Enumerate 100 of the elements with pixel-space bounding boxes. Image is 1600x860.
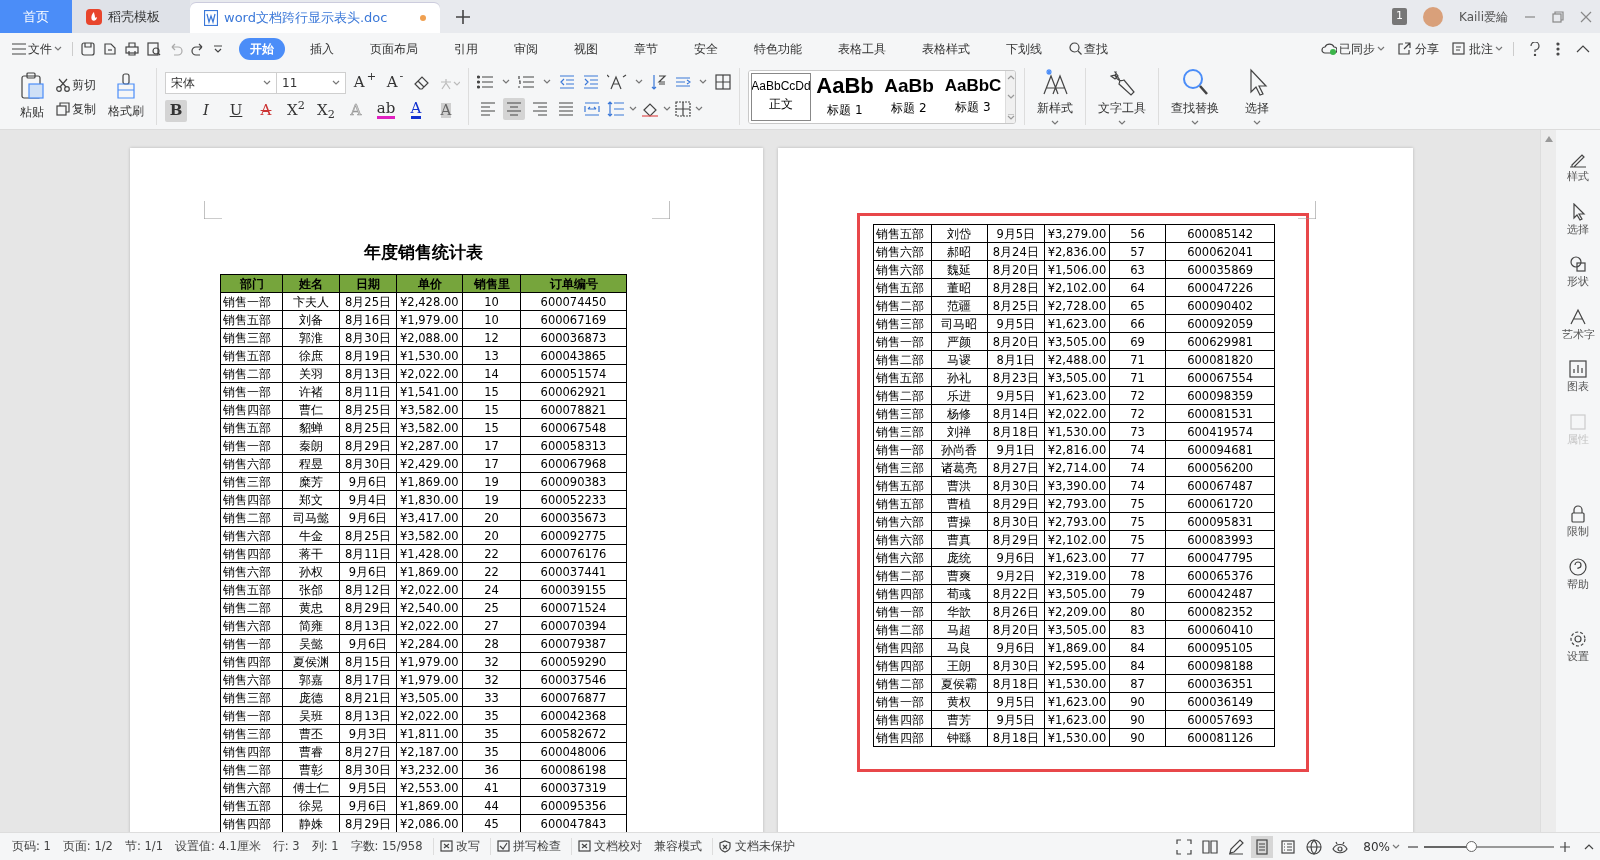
tab[interactable]: 稻壳模板 [72,0,190,33]
more-icon[interactable] [213,44,223,53]
menu-tab[interactable]: 引用 [443,37,489,60]
cut-button[interactable]: 剪切 [54,76,98,93]
table-cell: 22 [462,544,521,563]
scroll-up-icon[interactable] [1544,136,1553,142]
format-button[interactable]: X$^{2}$ [285,99,307,122]
table-cell: 8月25日 [987,296,1045,315]
sidebar-item[interactable]: 样式 [1567,150,1589,186]
export-icon[interactable] [103,41,117,56]
format-button[interactable]: A [435,99,457,122]
restore-icon[interactable] [1552,10,1564,23]
borders-icon[interactable] [675,100,691,117]
undo-icon[interactable] [169,41,183,56]
table-cell: 15 [462,400,521,419]
zoom-in-icon[interactable] [1560,841,1570,852]
sidebar-item[interactable]: 设置 [1567,630,1589,666]
format-button[interactable]: A [255,99,277,122]
save-icon[interactable] [81,41,95,56]
more-options-icon[interactable] [1556,41,1560,56]
line-spacing-icon[interactable] [607,100,625,117]
sync-button[interactable]: 已同步 [1319,40,1387,57]
help-icon[interactable] [1530,41,1540,56]
table-cell: 8月15日 [339,652,397,671]
table-cell: 销售一部 [220,706,283,725]
align-center-button[interactable] [503,97,525,120]
bullet-list-icon[interactable] [477,74,494,89]
line-break-icon[interactable] [675,74,691,89]
decrease-indent-icon[interactable] [559,74,575,89]
status-toggle[interactable]: 文档未保护 [711,837,801,856]
find-button[interactable]: 查找替换 [1167,67,1223,126]
menu-tab[interactable]: 特色功能 [743,37,813,60]
scroll-up-icon[interactable] [1006,73,1015,80]
status-toggle[interactable]: 文档校对 [570,837,648,856]
sidebar-item[interactable]: 限制 [1567,505,1589,541]
comment-button[interactable]: 批注 [1449,40,1505,57]
status-toggle[interactable]: 拼写检查 [489,837,567,856]
sidebar-item[interactable]: 形状 [1567,255,1589,291]
table-icon[interactable] [715,73,731,90]
zoom-level-dropdown[interactable]: 80% [1361,839,1402,854]
caret-icon [1253,119,1261,126]
select-button[interactable]: 选择 [1239,67,1275,126]
font-name-field[interactable]: 宋体 [165,71,277,94]
search-button[interactable]: 查找 [1067,41,1110,56]
sidebar-item[interactable]: 图表 [1567,360,1589,396]
collapse-icon[interactable] [1576,44,1590,53]
expand-icon[interactable] [1006,113,1015,120]
menu-tab[interactable]: 审阅 [503,37,549,60]
scroll-down-icon[interactable] [1006,93,1015,100]
table-cell: 销售二部 [220,760,283,779]
new-style-button[interactable]: 新样式 [1033,67,1077,126]
font-size-field[interactable]: 11 [276,71,346,94]
sidebar-item[interactable]: 选择 [1567,202,1589,238]
sort-icon[interactable] [651,73,667,90]
table-cell: 销售四部 [873,638,932,657]
sidebar-item[interactable]: 帮助 [1567,557,1589,593]
grow-font-button[interactable]: A$^{+}$ [354,71,376,94]
menu-tab[interactable]: 插入 [299,37,345,60]
share-button[interactable]: 分享 [1395,40,1441,57]
text-tools-button[interactable]: 文字工具 [1094,67,1150,126]
print-preview-icon[interactable] [147,41,161,56]
format-painter-button[interactable]: 格式刷 [104,73,148,120]
sidebar-item[interactable]: 艺术字 [1561,307,1595,343]
menu-tab[interactable]: 下划线 [995,37,1053,60]
table-cell: 销售六部 [873,242,932,261]
format-button[interactable]: X$_{2}$ [315,99,337,122]
format-button[interactable]: ab [375,99,397,122]
format-button[interactable]: B [165,99,187,122]
new-tab-icon[interactable] [456,9,470,24]
status-toggle[interactable]: 改写 [432,837,486,856]
style-option[interactable]: AaBbCcDd 正文 [749,70,813,123]
tab[interactable]: word文档跨行显示表头.doc [190,3,440,33]
numbered-list-icon[interactable] [518,74,535,89]
redo-icon[interactable] [191,41,205,56]
paste-button[interactable]: 粘贴 [16,72,48,121]
menu-tab[interactable]: 章节 [623,37,669,60]
menu-tab[interactable]: 页面布局 [359,37,429,60]
format-button[interactable]: A [405,99,427,122]
collapse-icon[interactable] [1584,843,1594,850]
file-menu[interactable]: 文件 [10,41,64,56]
view-mode-button[interactable] [1251,835,1274,858]
menu-tab[interactable]: 视图 [563,37,609,60]
menu-tab[interactable]: 安全 [683,37,729,60]
menu-tab[interactable]: 表格工具 [827,37,897,60]
menu-tab[interactable]: 表格样式 [911,37,981,60]
paintbrush-icon [115,73,137,99]
close-icon[interactable] [1580,10,1592,23]
text-direction-icon[interactable] [607,73,627,90]
format-button[interactable]: I [195,99,217,122]
print-icon[interactable] [125,41,139,56]
increase-indent-icon[interactable] [583,74,599,89]
table-cell: 曹仁 [282,400,340,419]
shrink-font-button[interactable]: A$^{-}$ [384,71,406,94]
table-cell: 范疆 [931,296,988,315]
copy-button[interactable]: 复制 [54,100,98,117]
slider-thumb[interactable] [1465,840,1477,852]
table-cell: 销售六部 [220,778,283,797]
eraser-icon[interactable] [414,75,430,90]
format-button[interactable]: U [225,99,247,122]
user-name[interactable]: Kaili爱綸 [1459,7,1508,26]
